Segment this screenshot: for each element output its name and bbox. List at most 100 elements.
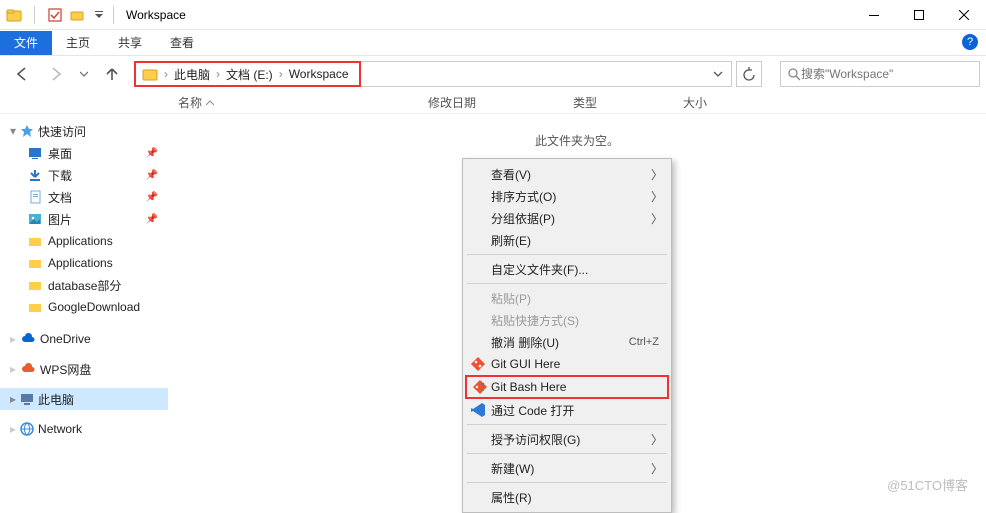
breadcrumb-item[interactable]: 此电脑 bbox=[170, 66, 214, 83]
sidebar-folder[interactable]: Applications bbox=[10, 252, 168, 274]
folder-icon bbox=[28, 278, 42, 292]
sidebar-wps[interactable]: ▸WPS网盘 bbox=[10, 358, 168, 380]
shortcut-text: Ctrl+Z bbox=[629, 336, 659, 348]
menu-properties[interactable]: 属性(R) bbox=[465, 486, 669, 508]
column-size[interactable]: 大小 bbox=[683, 94, 743, 111]
sort-asc-icon bbox=[206, 99, 214, 107]
network-icon bbox=[20, 422, 34, 436]
refresh-button[interactable] bbox=[736, 61, 762, 87]
chevron-right-icon: 〉 bbox=[651, 431, 663, 448]
recent-dropdown-icon[interactable] bbox=[78, 62, 90, 86]
chevron-right-icon[interactable]: ▸ bbox=[10, 392, 16, 406]
tab-home[interactable]: 主页 bbox=[52, 31, 104, 55]
menu-group[interactable]: 分组依据(P)〉 bbox=[465, 207, 669, 229]
pin-icon: 📌 bbox=[146, 214, 158, 225]
menu-separator bbox=[467, 482, 667, 483]
menu-refresh[interactable]: 刷新(E) bbox=[465, 229, 669, 251]
tab-view[interactable]: 查看 bbox=[156, 31, 208, 55]
column-headers: 名称 修改日期 类型 大小 bbox=[0, 92, 986, 114]
tab-file[interactable]: 文件 bbox=[0, 31, 52, 55]
context-menu: 查看(V)〉 排序方式(O)〉 分组依据(P)〉 刷新(E) 自定义文件夹(F)… bbox=[462, 158, 672, 513]
menu-view[interactable]: 查看(V)〉 bbox=[465, 163, 669, 185]
folder-small-icon[interactable] bbox=[69, 7, 85, 23]
menu-open-code[interactable]: 通过 Code 打开 bbox=[465, 399, 669, 421]
chevron-right-icon[interactable]: ▸ bbox=[10, 422, 16, 436]
column-name[interactable]: 名称 bbox=[178, 94, 428, 111]
sidebar-this-pc[interactable]: ▸此电脑 bbox=[0, 388, 168, 410]
sidebar-quick-access[interactable]: ▾快速访问 bbox=[10, 120, 168, 142]
breadcrumb[interactable]: › 此电脑 › 文档 (E:) › Workspace bbox=[134, 61, 361, 87]
folder-icon bbox=[142, 66, 158, 82]
menu-undo-delete[interactable]: 撤消 删除(U)Ctrl+Z bbox=[465, 331, 669, 353]
search-icon bbox=[787, 67, 801, 81]
checkbox-icon[interactable] bbox=[47, 7, 63, 23]
breadcrumb-dropdown-icon[interactable] bbox=[705, 69, 731, 79]
sidebar-item-pictures[interactable]: 图片📌 bbox=[10, 208, 168, 230]
git-icon bbox=[470, 356, 486, 372]
help-icon[interactable]: ? bbox=[962, 34, 978, 50]
menu-git-gui[interactable]: Git GUI Here bbox=[465, 353, 669, 375]
menu-sort[interactable]: 排序方式(O)〉 bbox=[465, 185, 669, 207]
menu-separator bbox=[467, 424, 667, 425]
menu-separator bbox=[467, 254, 667, 255]
desktop-icon bbox=[28, 146, 42, 160]
breadcrumb-item[interactable]: Workspace bbox=[285, 67, 353, 81]
menu-new[interactable]: 新建(W)〉 bbox=[465, 457, 669, 479]
empty-folder-text: 此文件夹为空。 bbox=[535, 132, 619, 149]
up-button[interactable] bbox=[100, 62, 124, 86]
close-button[interactable] bbox=[941, 0, 986, 30]
downloads-icon bbox=[28, 168, 42, 182]
chevron-right-icon[interactable]: › bbox=[162, 67, 170, 81]
menu-separator bbox=[467, 283, 667, 284]
breadcrumb-item[interactable]: 文档 (E:) bbox=[222, 66, 277, 83]
column-date[interactable]: 修改日期 bbox=[428, 94, 573, 111]
sidebar-item-desktop[interactable]: 桌面📌 bbox=[10, 142, 168, 164]
chevron-right-icon[interactable]: ▸ bbox=[10, 362, 16, 376]
maximize-button[interactable] bbox=[896, 0, 941, 30]
git-icon bbox=[472, 379, 488, 395]
chevron-right-icon: 〉 bbox=[651, 210, 663, 227]
forward-button[interactable] bbox=[44, 62, 68, 86]
chevron-right-icon[interactable]: › bbox=[214, 67, 222, 81]
titlebar: Workspace bbox=[0, 0, 986, 30]
column-type[interactable]: 类型 bbox=[573, 94, 683, 111]
folder-icon bbox=[28, 300, 42, 314]
cloud-icon bbox=[20, 363, 36, 375]
menu-paste: 粘贴(P) bbox=[465, 287, 669, 309]
sidebar-folder[interactable]: GoogleDownload bbox=[10, 296, 168, 318]
search-input[interactable] bbox=[801, 67, 973, 81]
pin-icon: 📌 bbox=[146, 170, 158, 181]
documents-icon bbox=[28, 190, 42, 204]
sidebar: ▾快速访问 桌面📌 下载📌 文档📌 图片📌 Applications Appli… bbox=[0, 114, 168, 512]
sidebar-network[interactable]: ▸Network bbox=[10, 418, 168, 440]
menu-customize[interactable]: 自定义文件夹(F)... bbox=[465, 258, 669, 280]
chevron-right-icon: 〉 bbox=[651, 188, 663, 205]
vscode-icon bbox=[470, 402, 486, 418]
menu-separator bbox=[467, 453, 667, 454]
minimize-button[interactable] bbox=[851, 0, 896, 30]
search-box[interactable] bbox=[780, 61, 980, 87]
menu-grant-access[interactable]: 授予访问权限(G)〉 bbox=[465, 428, 669, 450]
menu-paste-shortcut: 粘贴快捷方式(S) bbox=[465, 309, 669, 331]
back-button[interactable] bbox=[10, 62, 34, 86]
menu-git-bash[interactable]: Git Bash Here bbox=[465, 375, 669, 399]
sidebar-item-documents[interactable]: 文档📌 bbox=[10, 186, 168, 208]
cloud-icon bbox=[20, 333, 36, 345]
folder-icon bbox=[28, 256, 42, 270]
sidebar-onedrive[interactable]: ▸OneDrive bbox=[10, 328, 168, 350]
chevron-right-icon[interactable]: › bbox=[277, 67, 285, 81]
sidebar-folder[interactable]: Applications bbox=[10, 230, 168, 252]
chevron-down-icon[interactable]: ▾ bbox=[10, 124, 16, 138]
folder-icon bbox=[28, 234, 42, 248]
qat-dropdown-icon[interactable] bbox=[91, 7, 107, 23]
tab-share[interactable]: 共享 bbox=[104, 31, 156, 55]
pin-icon: 📌 bbox=[146, 148, 158, 159]
star-icon bbox=[20, 124, 34, 138]
pc-icon bbox=[20, 392, 34, 406]
sidebar-folder[interactable]: database部分 bbox=[10, 274, 168, 296]
chevron-right-icon[interactable]: ▸ bbox=[10, 332, 16, 346]
sidebar-item-downloads[interactable]: 下载📌 bbox=[10, 164, 168, 186]
ribbon: 文件 主页 共享 查看 ? bbox=[0, 30, 986, 56]
window-title: Workspace bbox=[120, 8, 186, 22]
folder-icon bbox=[6, 7, 22, 23]
